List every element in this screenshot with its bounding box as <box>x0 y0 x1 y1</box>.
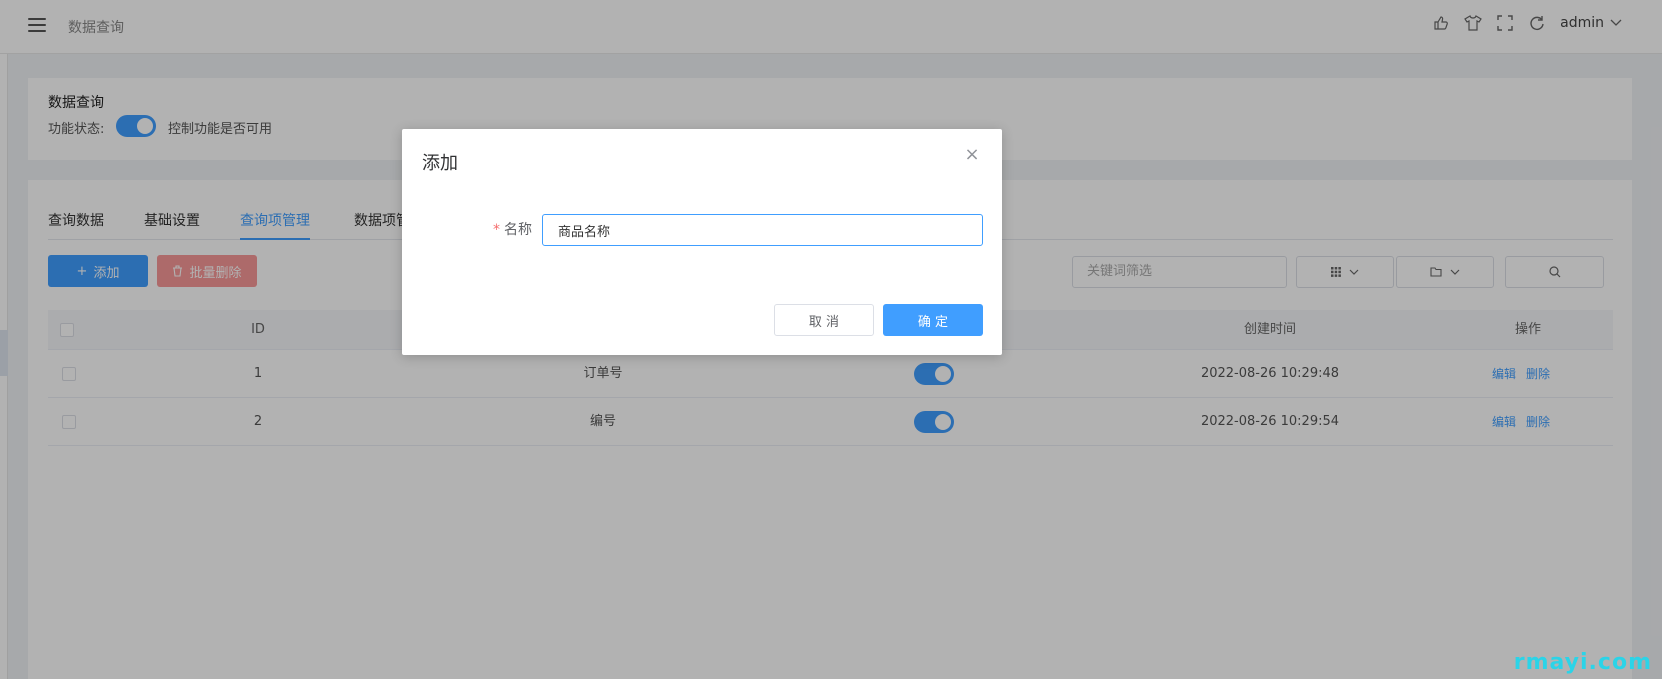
cancel-button[interactable]: 取 消 <box>774 304 874 336</box>
confirm-button[interactable]: 确 定 <box>883 304 983 336</box>
watermark-text: rmayi.com <box>1513 650 1652 675</box>
dialog-title: 添加 <box>422 153 458 174</box>
name-field-label: * 名称 <box>472 219 532 239</box>
name-field-label-text: 名称 <box>504 222 532 238</box>
name-input[interactable] <box>542 214 983 246</box>
required-mark: * <box>493 222 500 238</box>
add-dialog: 添加 × *名称 取 消 确 定 <box>402 129 1002 355</box>
close-icon[interactable]: × <box>962 145 982 165</box>
